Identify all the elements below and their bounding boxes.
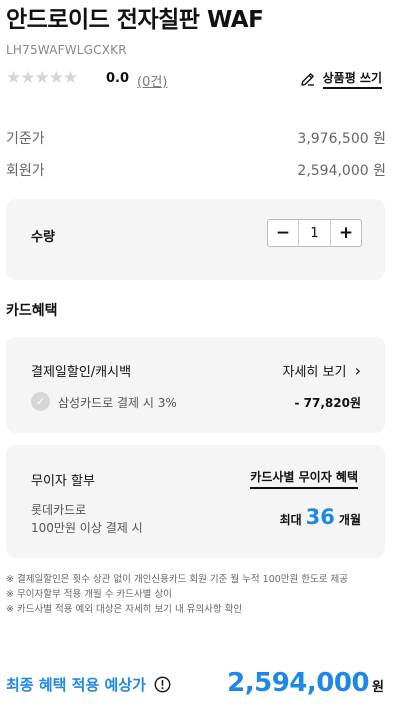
quantity-input[interactable]: 1: [298, 220, 331, 246]
quantity-decrease-button[interactable]: −: [268, 220, 298, 246]
final-price-label-group: 최종 혜택 적용 예상가: [6, 674, 171, 695]
lotte-card-line2: 100만원 이상 결제 시: [31, 521, 143, 535]
base-price-label: 기준가: [6, 131, 45, 147]
detail-view-label: 자세히 보기: [282, 365, 347, 380]
final-price-unit: 원: [372, 680, 384, 695]
max-suffix: 개월: [338, 513, 361, 527]
final-price-row: 최종 혜택 적용 예상가 2,594,000 원: [6, 668, 384, 700]
chevron-right-icon: ›: [354, 361, 361, 380]
max-months-number: 36: [305, 505, 335, 529]
samsung-discount-value: - 77,820원: [294, 396, 361, 410]
base-price-row: 기준가 3,976,500 원: [6, 128, 386, 148]
lotte-card-line1: 롯데카드로: [31, 503, 87, 517]
note-item: ※ 무이자할부 적용 개월 수 카드사별 상이: [6, 589, 172, 600]
info-icon[interactable]: [154, 676, 171, 693]
payment-discount-card: 결제일할인/캐시백 자세히 보기 › ✓ 삼성카드로 결제 시 3% - 77,…: [6, 337, 385, 433]
notes-list: ※ 결제일할인은 횟수 상관 없이 개인신용카드 회원 기준 월 누적 100만…: [6, 572, 348, 617]
product-title: 안드로이드 전자칠판 WAF: [6, 7, 264, 33]
detail-view-link[interactable]: 자세히 보기 ›: [283, 361, 361, 380]
final-price-amount: 2,594,000: [227, 668, 370, 698]
quantity-card: 수량 − 1 +: [6, 199, 385, 280]
max-prefix: 최대: [279, 513, 302, 527]
write-review-label: 상품평 쓰기: [322, 69, 382, 89]
member-price-label: 회원가: [6, 163, 45, 179]
final-price: 2,594,000 원: [227, 668, 384, 698]
note-item: ※ 카드사별 적용 예외 대상은 자세히 보기 내 유의사항 확인: [6, 604, 243, 615]
no-interest-label: 무이자 할부: [31, 474, 95, 489]
quantity-label: 수량: [31, 230, 55, 245]
member-price-value: 2,594,000 원: [297, 163, 386, 179]
no-interest-card: 무이자 할부 카드사별 무이자 혜택 롯데카드로 100만원 이상 결제 시 최…: [6, 445, 385, 558]
rating-stars: ★★★★★: [6, 68, 78, 88]
rating-row: ★★★★★ 0.0 (0건) 상품평 쓰기: [6, 68, 382, 90]
check-circle-icon: ✓: [31, 392, 50, 411]
payment-discount-label: 결제일할인/캐시백: [31, 365, 132, 380]
member-price-row: 회원가 2,594,000 원: [6, 160, 386, 180]
review-count-link[interactable]: (0건): [137, 71, 167, 90]
note-item: ※ 결제일할인은 횟수 상관 없이 개인신용카드 회원 기준 월 누적 100만…: [6, 574, 349, 585]
write-review-button[interactable]: 상품평 쓰기: [299, 69, 382, 89]
max-months: 최대 36 개월: [280, 505, 361, 529]
pencil-icon: [300, 73, 314, 86]
samsung-card-text: 삼성카드로 결제 시 3%: [58, 396, 177, 410]
quantity-increase-button[interactable]: +: [331, 220, 361, 246]
no-interest-benefit-link[interactable]: 카드사별 무이자 혜택: [250, 468, 358, 489]
quantity-stepper: − 1 +: [267, 219, 362, 247]
base-price-value: 3,976,500 원: [297, 131, 386, 147]
final-price-label: 최종 혜택 적용 예상가: [6, 676, 146, 694]
card-benefit-title: 카드혜택: [6, 303, 58, 319]
product-code: LH75WAFWLGCXKR: [6, 43, 127, 57]
rating-score: 0.0: [106, 71, 130, 86]
